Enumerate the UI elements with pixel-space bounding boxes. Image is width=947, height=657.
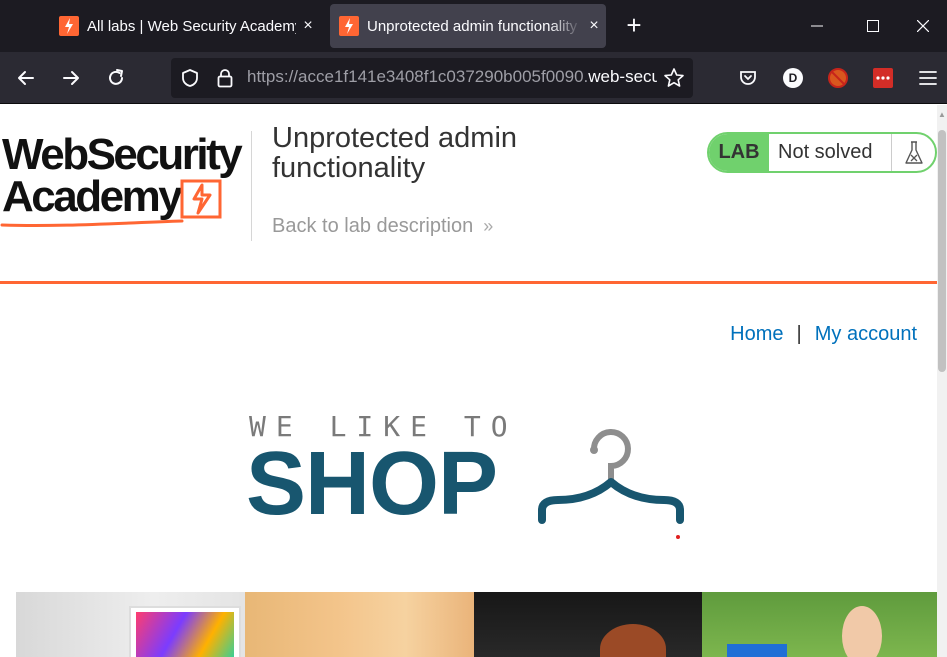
url-scheme: https:// [247,67,299,86]
close-icon [917,20,929,32]
password-manager-icon [873,68,893,88]
extension-blocker-button[interactable] [824,64,852,92]
back-button[interactable] [12,64,40,92]
back-link-label: Back to lab description [272,215,474,237]
header-rule [0,281,937,284]
extension-password-button[interactable] [869,64,897,92]
lab-status-widget: LAB Not solved [707,132,937,173]
url-text[interactable]: https://acce1f141e3408f1c037290b005f0090… [247,67,657,89]
bookmark-star-icon[interactable] [663,67,685,89]
tab-title: All labs | Web Security Academy [87,17,296,35]
web-page: WebSecurity Academy Unprotected admin fu… [0,105,937,657]
lab-badge: LAB [709,134,769,171]
lock-icon[interactable] [216,68,234,88]
banner-headline: SHOP [246,434,498,534]
scroll-up-arrow-icon[interactable]: ▲ [938,110,946,122]
shield-icon[interactable] [180,68,200,88]
reload-button[interactable] [102,64,130,92]
extension-blocker-icon [828,68,848,88]
pocket-icon [740,71,756,85]
extension-d-icon: D [783,68,803,88]
back-to-lab-description-link[interactable]: Back to lab description » [272,215,493,238]
tab-strip: All labs | Web Security Academy × Unprot… [0,0,947,52]
close-window-button[interactable] [899,0,947,52]
tab-unprotected-admin[interactable]: Unprotected admin functionality × [330,4,606,48]
app-menu-button[interactable] [914,64,942,92]
lab-status-text: Not solved [778,141,873,163]
tab-title: Unprotected admin functionality [367,17,578,35]
product-image[interactable] [16,592,245,657]
lab-title: Unprotected admin functionality [272,122,518,184]
logo-bolt-icon [180,179,222,219]
new-tab-button[interactable]: + [620,12,648,40]
web-security-academy-favicon-icon [339,16,359,36]
top-nav: Home | My account [730,323,917,346]
web-security-academy-favicon-icon [59,16,79,36]
shop-banner: WE LIKE TO SHOP [246,410,696,540]
extension-d-button[interactable]: D [779,64,807,92]
reload-icon [109,69,123,85]
pocket-button[interactable] [734,64,762,92]
hamburger-menu-icon [919,71,937,85]
product-image[interactable] [474,592,702,657]
arrow-left-icon [18,71,34,85]
hanger-icon [538,429,684,539]
maximize-window-button[interactable] [849,0,897,52]
close-tab-icon[interactable]: × [296,17,320,35]
my-account-link[interactable]: My account [815,323,917,346]
url-host-prefix: acce1f141e3408f1c037290b005f0090. [298,67,589,86]
double-chevron-right-icon: » [483,216,493,236]
logo-underline-icon [0,219,184,228]
nav-separator: | [796,323,802,345]
logo-line2: Academy [2,172,183,221]
product-image-strip [16,592,937,657]
home-link[interactable]: Home [730,323,783,346]
product-image[interactable] [702,592,937,657]
header-divider [251,131,252,241]
minimize-icon [811,25,823,27]
maximize-icon [867,20,879,32]
product-image[interactable] [245,592,474,657]
logo-line1: WebSecurity [2,130,243,179]
url-host-rest: web-security-academy.net [588,67,657,86]
tab-all-labs[interactable]: All labs | Web Security Academy × [50,4,320,48]
flask-icon [891,134,935,171]
minimize-window-button[interactable] [793,0,841,52]
close-tab-icon[interactable]: × [582,17,606,35]
web-security-academy-logo[interactable]: WebSecurity Academy [0,129,250,229]
arrow-right-icon [63,71,79,85]
forward-button[interactable] [57,64,85,92]
scrollbar-thumb[interactable] [938,130,946,372]
